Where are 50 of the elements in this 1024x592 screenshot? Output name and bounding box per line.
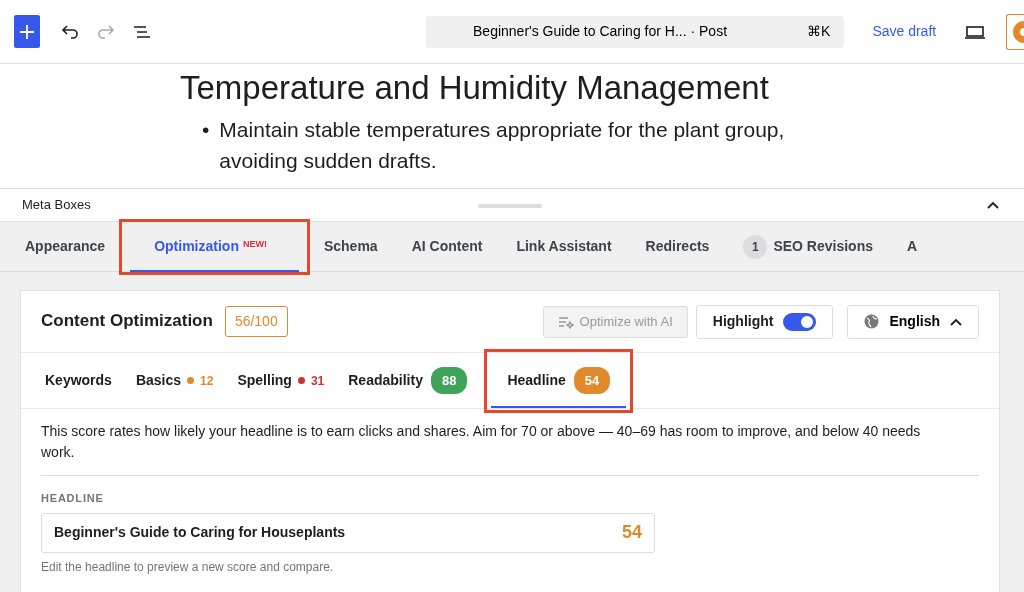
shortcut-hint: ⌘K [807,22,831,41]
tab[interactable]: Schema [306,221,395,272]
panel-title: Content Optimization [41,311,213,332]
meta-boxes-title: Meta Boxes [22,196,91,215]
score-count: 31 [310,372,325,390]
score-count: 12 [200,372,214,390]
command-bar[interactable]: Beginner's Guide to Caring for H... · Post ⌘K [426,15,845,48]
tab[interactable]: 1 SEO Revisions [726,221,890,272]
tab[interactable]: Redirects [628,221,727,272]
add-block-button[interactable] [14,15,41,48]
new-label: NEW! [242,237,267,251]
chevron-icon [950,317,962,326]
undo-icon [60,23,81,40]
subtab[interactable]: Basics 12 [123,351,226,410]
headline-score: 54 [621,521,642,544]
sparkle-list-icon [557,314,574,329]
plugin-button[interactable] [1006,13,1024,50]
highlight-label: Highlight [712,312,774,331]
bullet-marker: • [202,116,210,143]
toggle-switch[interactable] [783,312,817,331]
score-badge: 56/100 [224,306,288,337]
count-badge: 1 [743,234,768,259]
subtab[interactable]: Headline 54 [487,351,631,410]
post-title: Beginner's Guide to Caring for H... · Post [472,22,729,41]
laptop-icon [964,23,987,40]
headline-field[interactable]: Beginner's Guide to Caring for Houseplants 54 [41,512,655,553]
plus-icon [19,23,36,40]
optimize-ai-button: Optimize with AI [542,305,688,338]
subtab[interactable]: Spelling 31 [225,351,337,410]
tab[interactable]: Appearance [8,221,123,272]
globe-icon [864,314,880,329]
score-pill: 88 [430,366,468,395]
description-text: This score rates how likely your headline is to earn clicks and shares. Aim for 70 or above — 40–69 has room to improve, and below 40 needs work. [41,421,979,476]
subtab[interactable]: Readability 88 [336,351,480,410]
tab[interactable]: Optimization NEW! [122,221,307,272]
headline-input[interactable]: Beginner's Guide to Caring for Houseplants [54,522,622,543]
tab[interactable]: Link Assistant [499,221,629,272]
field-label: HEADLINE [41,491,105,506]
tab[interactable]: A [890,221,935,272]
subtab[interactable]: Keywords [33,351,124,410]
chevron-icon [986,200,1000,210]
tab[interactable]: AI Content [394,221,500,272]
score-pill: 54 [573,366,611,395]
save-draft-button[interactable]: Save draft [864,21,945,42]
bullet-text: Maintain stable temperatures appropriate for the plant group, avoiding sudden drafts. [219,116,786,175]
language-dropdown[interactable]: English [847,304,979,339]
content-heading: Temperature and Humidity Management [180,68,770,108]
resize-handle[interactable] [478,204,542,208]
hint-text: Edit the headline to preview a new score and compare. [41,558,335,576]
list-icon [132,23,153,40]
